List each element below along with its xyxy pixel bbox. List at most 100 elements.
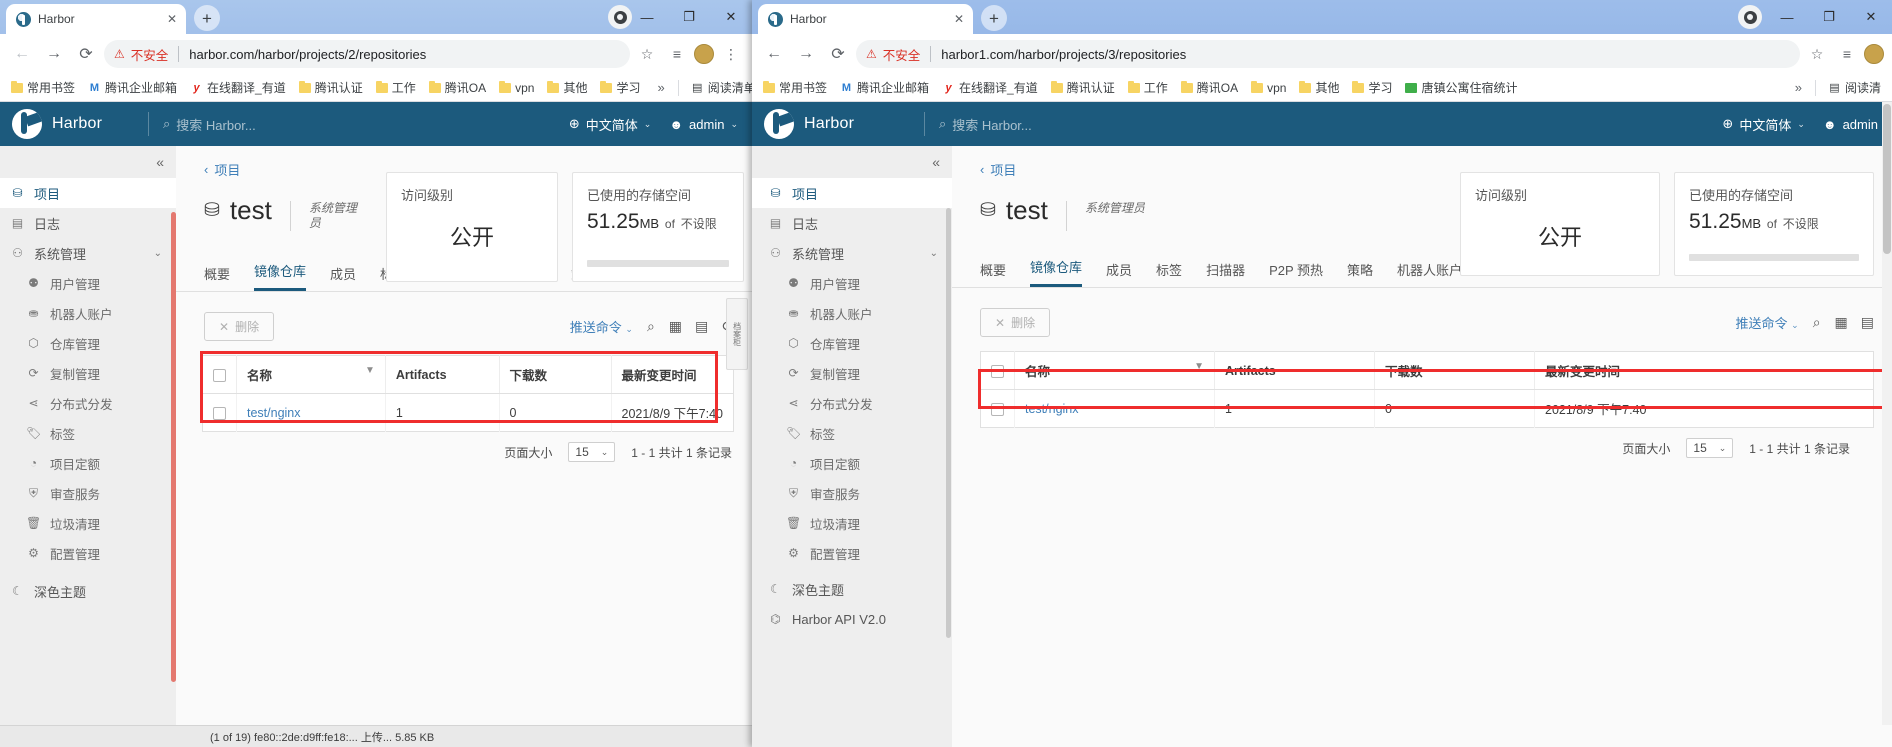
sidebar-scrollbar[interactable] (946, 208, 951, 638)
user-menu[interactable]: ☻ admin ⌄ (669, 117, 738, 132)
repo-name-cell[interactable]: test/nginx (1014, 389, 1215, 428)
bookmark-star-icon[interactable]: ☆ (634, 41, 660, 67)
bookmark-item[interactable]: M 腾讯企业邮箱 (83, 77, 182, 98)
table-row[interactable]: test/nginx 1 0 2021/8/9 下午7:40 (202, 393, 734, 432)
language-selector[interactable]: ⊕ 中文简体 ⌄ (1722, 115, 1804, 134)
bookmark-item[interactable]: 腾讯OA (1176, 77, 1243, 98)
delete-button[interactable]: ✕ 删除 (980, 308, 1051, 337)
maximize-button[interactable]: ❐ (1808, 2, 1850, 32)
sidebar-item-logs[interactable]: ▤ 日志 (0, 208, 176, 238)
minimize-button[interactable]: — (626, 2, 668, 32)
reading-list-button[interactable]: ▤ 阅读清单 (686, 77, 752, 98)
sidebar-item-registries[interactable]: ⬡ 仓库管理 (0, 328, 176, 358)
global-search-input[interactable]: ⌕ 搜索 Harbor... (149, 115, 569, 134)
sidebar-item-configuration[interactable]: ⚙ 配置管理 (752, 538, 952, 568)
bookmark-item[interactable]: y 在线翻译_有道 (937, 77, 1043, 98)
browser-tab-harbor-right[interactable]: Harbor ✕ (758, 4, 973, 34)
bookmark-item[interactable]: 唐镇公寓住宿统计 (1400, 77, 1522, 98)
tab-scanner[interactable]: 扫描器 (1206, 260, 1245, 287)
profile-avatar-icon[interactable] (1864, 44, 1884, 64)
browser-menu-icon[interactable]: ⋮ (718, 41, 744, 67)
bookmark-item[interactable]: 工作 (1123, 77, 1173, 98)
new-tab-button[interactable]: + (194, 5, 220, 31)
reload-button[interactable]: ⟳ (824, 40, 852, 68)
select-all-header[interactable] (202, 355, 237, 394)
bookmark-item[interactable]: M 腾讯企业邮箱 (835, 77, 934, 98)
sidebar-item-projects[interactable]: ⛁ 项目 (0, 178, 176, 208)
select-all-checkbox[interactable] (213, 368, 226, 382)
tab-labels[interactable]: 标签 (1156, 260, 1182, 287)
sidebar-item-configuration[interactable]: ⚙ 配置管理 (0, 538, 176, 568)
address-bar[interactable]: ⚠ 不安全 harbor1.com/harbor/projects/3/repo… (856, 40, 1800, 68)
browser-tab-harbor-left[interactable]: Harbor ✕ (6, 4, 186, 34)
select-all-header[interactable] (980, 351, 1015, 390)
language-selector[interactable]: ⊕ 中文简体 ⌄ (569, 115, 651, 134)
row-select-cell[interactable] (980, 389, 1015, 428)
sidebar-item-interrogation-services[interactable]: ⛨ 审查服务 (752, 478, 952, 508)
sidebar-item-robot-accounts[interactable]: ⛂ 机器人账户 (752, 298, 952, 328)
profile-avatar-right[interactable] (1738, 5, 1762, 29)
sidebar-item-distributions[interactable]: ⋖ 分布式分发 (0, 388, 176, 418)
sidebar-item-garbage-collection[interactable]: 🗑 垃圾清理 (0, 508, 176, 538)
tab-members[interactable]: 成员 (1106, 260, 1132, 287)
repo-name-cell[interactable]: test/nginx (236, 393, 386, 432)
bookmark-item[interactable]: 其他 (1294, 77, 1344, 98)
column-artifacts[interactable]: Artifacts (385, 355, 500, 394)
bookmark-item[interactable]: 常用书签 (6, 77, 80, 98)
sidebar-item-interrogation-services[interactable]: ⛨ 审查服务 (0, 478, 176, 508)
back-button[interactable]: ← (8, 40, 36, 68)
sidebar-item-administration[interactable]: ⚇ 系统管理 ⌄ (752, 238, 952, 268)
tab-robot-accounts[interactable]: 机器人账户 (1397, 260, 1462, 287)
close-window-button[interactable]: ✕ (710, 2, 752, 32)
card-view-icon[interactable]: ▦ (1835, 314, 1848, 331)
tab-repositories[interactable]: 镜像仓库 (1030, 257, 1083, 287)
sidebar-collapse-button[interactable]: « (752, 146, 952, 178)
reading-list-button[interactable]: ▤ 阅读清 (1823, 77, 1886, 98)
bookmark-item[interactable]: 学习 (595, 77, 645, 98)
collections-icon[interactable]: ≡ (664, 41, 690, 67)
delete-button[interactable]: ✕ 删除 (204, 312, 275, 341)
table-row[interactable]: test/nginx 1 0 2021/8/9 下午7:40 (980, 389, 1874, 428)
sidebar-item-replications[interactable]: ⟳ 复制管理 (0, 358, 176, 388)
sidebar-item-projects[interactable]: ⛁ 项目 (752, 178, 952, 208)
push-command-button[interactable]: 推送命令 ⌄ (570, 317, 633, 336)
tab-members[interactable]: 成员 (330, 264, 356, 291)
bookmark-item[interactable]: vpn (1246, 79, 1291, 97)
sidebar-item-api-docs[interactable]: ⌬ Harbor API V2.0 (752, 604, 952, 634)
sidebar-item-labels[interactable]: 🏷 标签 (752, 418, 952, 448)
collections-icon[interactable]: ≡ (1834, 41, 1860, 67)
security-status-label[interactable]: 不安全 (131, 45, 169, 64)
filter-icon[interactable]: ▼ (1194, 361, 1204, 372)
sidebar-item-replications[interactable]: ⟳ 复制管理 (752, 358, 952, 388)
bookmark-item[interactable]: 工作 (371, 77, 421, 98)
maximize-button[interactable]: ❐ (668, 2, 710, 32)
tab-policy[interactable]: 策略 (1347, 260, 1373, 287)
page-size-select[interactable]: 15 ⌄ (1686, 438, 1734, 458)
sidebar-item-dark-theme[interactable]: ☾ 深色主题 (752, 574, 952, 604)
search-icon[interactable]: ⌕ (1813, 314, 1821, 331)
column-updated[interactable]: 最新变更时间 (1534, 351, 1874, 390)
back-button[interactable]: ← (760, 40, 788, 68)
tab-p2p-preheat[interactable]: P2P 预热 (1269, 260, 1323, 287)
sidebar-item-robot-accounts[interactable]: ⛂ 机器人账户 (0, 298, 176, 328)
bookmark-item[interactable]: 学习 (1347, 77, 1397, 98)
column-name[interactable]: 名称 ▼ (236, 355, 386, 394)
bookmark-item[interactable]: 腾讯认证 (1046, 77, 1120, 98)
sidebar-item-users[interactable]: ⚉ 用户管理 (752, 268, 952, 298)
filter-icon[interactable]: ▼ (365, 365, 375, 376)
column-updated[interactable]: 最新变更时间 (611, 355, 734, 394)
profile-avatar-icon[interactable] (694, 44, 714, 64)
close-icon[interactable]: ✕ (951, 12, 967, 26)
list-view-icon[interactable]: ▤ (1861, 314, 1874, 331)
bookmark-item[interactable]: 其他 (542, 77, 592, 98)
column-downloads[interactable]: 下载数 (499, 355, 612, 394)
list-view-icon[interactable]: ▤ (695, 318, 708, 335)
column-name[interactable]: 名称 ▼ (1014, 351, 1215, 390)
row-checkbox[interactable] (213, 406, 226, 420)
bookmark-item[interactable]: vpn (494, 79, 539, 97)
harbor-logo-group[interactable]: Harbor (0, 109, 148, 139)
push-command-button[interactable]: 推送命令 ⌄ (1736, 313, 1799, 332)
bookmarks-overflow-button[interactable]: » (1789, 80, 1808, 95)
row-checkbox[interactable] (991, 402, 1004, 416)
tab-summary[interactable]: 概要 (204, 264, 230, 291)
